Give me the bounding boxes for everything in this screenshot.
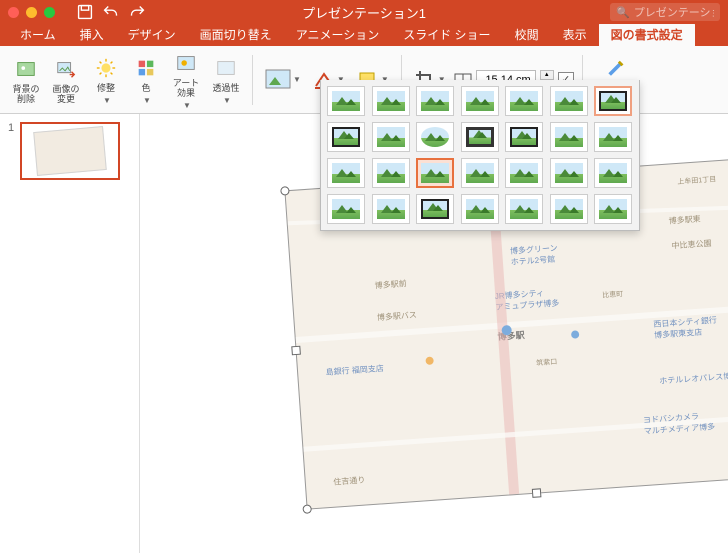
style-option[interactable] [461,194,499,224]
style-option[interactable] [594,122,632,152]
style-option[interactable] [505,122,543,152]
map-label: 比恵町 [602,289,624,300]
style-option[interactable] [505,194,543,224]
corrections-icon [92,54,120,82]
step-up-button[interactable]: ▲ [540,70,554,80]
style-option[interactable] [327,194,365,224]
map-label: 博多駅東 [668,213,701,226]
minimize-window-button[interactable] [26,7,37,18]
artistic-effects-button[interactable]: アート 効果 ▼ [168,49,204,110]
color-button[interactable]: 色 ▼ [128,54,164,105]
redo-icon[interactable] [125,1,149,23]
save-icon[interactable] [73,1,97,23]
selection-handle[interactable] [291,346,301,356]
tab-insert[interactable]: 挿入 [68,23,116,46]
style-option[interactable] [550,122,588,152]
search-input[interactable]: 🔍 プレゼンテーション [610,3,720,21]
map-label: 博多グリーン ホテル2号館 [510,242,559,267]
map-label: ホテルレオパレス博多 [659,370,728,387]
tab-design[interactable]: デザイン [116,23,188,46]
style-option[interactable] [594,194,632,224]
slide-thumbnail-panel: 1 [0,114,140,553]
title-bar: プレゼンテーション1 🔍 プレゼンテーション [0,0,728,24]
style-option[interactable] [594,158,632,188]
search-icon: 🔍 [616,6,630,19]
tab-home[interactable]: ホーム [8,23,68,46]
style-option[interactable] [550,86,588,116]
style-option[interactable] [461,122,499,152]
slide-number: 1 [8,122,14,180]
transparency-button[interactable]: 透過性 ▼ [208,54,244,105]
style-option[interactable] [550,158,588,188]
artistic-icon [172,49,200,77]
chevron-down-icon: ▼ [143,96,151,105]
chevron-down-icon: ▼ [103,96,111,105]
slide-preview [20,122,120,180]
tab-picture-format[interactable]: 図の書式設定 [599,23,695,46]
map-label: 博多駅前 [374,279,407,292]
style-option[interactable] [372,122,410,152]
picture-styles-gallery [320,80,640,231]
document-title: プレゼンテーション1 [302,3,426,22]
corrections-button[interactable]: 修整 ▼ [88,54,124,105]
chevron-down-icon: ▼ [223,96,231,105]
map-label: 西日本シティ銀行 博多駅東支店 [653,314,718,340]
undo-icon[interactable] [99,1,123,23]
format-pane-icon [603,55,631,83]
style-option[interactable] [372,158,410,188]
chevron-down-icon: ▼ [293,75,301,84]
change-picture-button[interactable]: 画像の 変更 [48,55,84,105]
tab-transitions[interactable]: 画面切り替え [188,23,284,46]
zoom-window-button[interactable] [44,7,55,18]
style-option-selected[interactable] [416,158,454,188]
tab-view[interactable]: 表示 [551,23,599,46]
style-option[interactable] [327,86,365,116]
slide-map-preview [33,126,107,176]
style-option[interactable] [505,158,543,188]
slide-thumbnail[interactable]: 1 [8,122,131,180]
window-controls [8,7,55,18]
transparency-icon [212,54,240,82]
chevron-down-icon: ▼ [183,101,191,110]
close-window-button[interactable] [8,7,19,18]
selection-handle[interactable] [532,488,542,498]
picture-styles-button[interactable]: ▼ [261,67,305,93]
map-label: 島銀行 福岡支店 [325,363,384,378]
style-option[interactable] [594,86,632,116]
map-label: 上牟田1丁目 [677,174,717,187]
style-option[interactable] [505,86,543,116]
divider [252,55,253,105]
style-option[interactable] [327,122,365,152]
style-option[interactable] [416,86,454,116]
selection-handle[interactable] [302,504,312,514]
remove-bg-icon [12,55,40,83]
quick-access-toolbar [73,1,149,23]
map-marker-icon [571,330,580,339]
change-picture-icon [52,55,80,83]
search-placeholder: プレゼンテーション [634,4,714,20]
map-label: 博多駅バス [377,310,418,324]
map-label: 中比恵公園 [671,238,712,252]
tab-animations[interactable]: アニメーション [284,23,392,46]
map-marker-icon [426,356,435,365]
style-option[interactable] [416,122,454,152]
style-option[interactable] [372,86,410,116]
tab-slideshow[interactable]: スライド ショー [391,23,502,46]
style-option[interactable] [372,194,410,224]
tab-review[interactable]: 校閲 [503,23,551,46]
style-option[interactable] [550,194,588,224]
style-option[interactable] [416,194,454,224]
style-option[interactable] [461,86,499,116]
map-label: 筑紫口 [536,357,558,368]
color-icon [132,54,160,82]
ribbon-tabs: ホーム 挿入 デザイン 画面切り替え アニメーション スライド ショー 校閲 表… [0,24,728,46]
remove-background-button[interactable]: 背景の 削除 [8,55,44,105]
style-option[interactable] [461,158,499,188]
map-label: 住吉通り [333,474,366,487]
style-option[interactable] [327,158,365,188]
